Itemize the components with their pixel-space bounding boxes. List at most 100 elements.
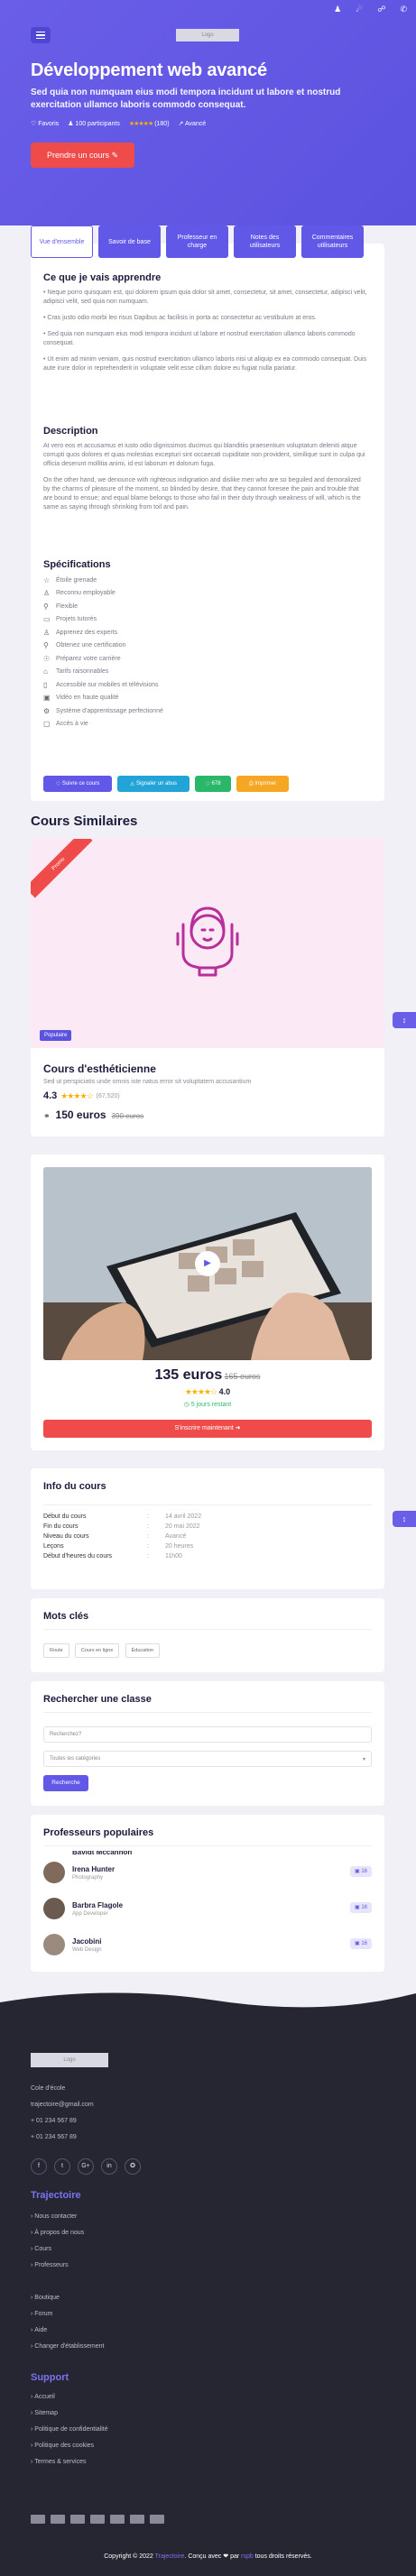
bank-icon [150, 2515, 164, 2524]
footer-link[interactable]: › Forum [31, 2305, 105, 2322]
keyword-tag[interactable]: Cours en ligne [74, 1643, 120, 1658]
visa-icon [31, 2515, 45, 2524]
keyword-tag[interactable]: Route [43, 1643, 69, 1658]
facebook-icon[interactable]: f [31, 2158, 47, 2175]
footer-phone[interactable]: + 01 234 567 89 [31, 2129, 94, 2145]
spec-item: ⚲ Flexible [43, 602, 79, 611]
spec-item: ☉ Préparez votre carrière [43, 654, 121, 663]
purchase-price: 135 euros 165 euros [154, 1367, 261, 1383]
footer-logo[interactable]: Logo [31, 2053, 108, 2067]
description-title: Description [43, 426, 98, 437]
course-info-card: Info du cours Début du cours:14 avril 20… [31, 1468, 384, 1589]
spec-item: ♙ Apprenez des experts [43, 628, 118, 637]
professor-item[interactable]: Jacobini Web Design ▣ 16 [43, 1927, 372, 1963]
course-tabs: Vue d'ensemble Savoir de base Professeur… [31, 225, 364, 258]
share-buttons: ♡ Suivre ce cours ⚠ Signaler un abus ♡ 6… [43, 776, 289, 792]
enroll-button[interactable]: S'inscrire maintenant ➜ [43, 1420, 372, 1438]
payment-methods [31, 2515, 164, 2524]
search-input[interactable]: Recherchez? [43, 1726, 372, 1743]
footer-phone[interactable]: + 01 234 567 89 [31, 2112, 94, 2129]
course-subtitle: Sed ut perspiciatis unde omnis iste natu… [43, 1079, 252, 1085]
learn-item: • Sed quia non numquam eius modi tempora… [43, 331, 356, 346]
purchase-rating: ★★★★☆ 4.0 [184, 1387, 231, 1396]
tab-teacher[interactable]: Professeur en charge [166, 225, 228, 258]
info-title: Info du cours [43, 1481, 106, 1492]
footer-link[interactable]: › Accueil [31, 2388, 108, 2405]
author-link[interactable]: rspb [241, 2553, 254, 2560]
tab-comments[interactable]: Commentaires utilisateurs [301, 225, 364, 258]
cart-icon[interactable]: ☍ [377, 5, 385, 14]
person-icon[interactable]: ♟ [334, 5, 341, 14]
professors-title: Professeurs populaires [43, 1827, 154, 1838]
copyright: Copyright © 2022 Trajectoire. Conçu avec… [104, 2553, 312, 2560]
similar-courses-title: Cours Similaires [31, 814, 138, 829]
professor-item[interactable]: Irena Hunter Photography ▣ 16 [43, 1854, 372, 1891]
promo-ribbon: Promo [31, 839, 93, 898]
play-button[interactable]: ▶ [195, 1251, 220, 1276]
side-scroll-tab[interactable]: ↕ [393, 1012, 416, 1028]
course-count-badge: ▣ 16 [350, 1866, 372, 1877]
footer-email[interactable]: trajectoire@gmail.com [31, 2096, 94, 2112]
footer-link[interactable]: › Changer d'établissement [31, 2338, 105, 2354]
search-button[interactable]: Recherche [43, 1775, 88, 1791]
beauty-face-icon [176, 906, 239, 977]
spec-item: ☆ Étoile grenade [43, 575, 97, 584]
level: ↗ Avancé [178, 121, 207, 127]
footer-link[interactable]: › À propos de nous [31, 2224, 105, 2240]
report-button[interactable]: ⚠ Signaler un abus [117, 776, 190, 792]
course-title[interactable]: Cours d'esthéticienne [43, 1063, 372, 1075]
twitter-icon[interactable]: t [54, 2158, 70, 2175]
career-icon: ☉ [43, 654, 51, 663]
similar-course-card[interactable]: Promo Populaire Cours d'esthéticienne Se… [31, 839, 384, 1136]
footer: Logo Cole d'école trajectoire@gmail.com … [0, 2010, 416, 2576]
logo[interactable]: Logo [176, 29, 239, 41]
spec-item: ♙ Reconnu employable [43, 589, 116, 598]
follow-button[interactable]: ♡ Suivre ce cours [43, 776, 112, 792]
course-preview-video[interactable]: ▶ [43, 1167, 372, 1360]
description-paragraph: At vero eos et accusamus et iusto odio d… [43, 443, 365, 467]
course-price: ⚭ 150 euros 390 euros [43, 1109, 144, 1121]
footer-link[interactable]: › Professeurs [31, 2257, 105, 2273]
learn-item: • Cras justo odio morbi leo risus Dapibu… [43, 315, 317, 321]
flexible-icon: ⚲ [43, 602, 49, 611]
hero-banner: ♟ ☄ ☍ ✆ Logo Développement web avancé Se… [0, 0, 416, 225]
lock-icon: ▢ [43, 720, 51, 729]
footer-link[interactable]: › Cours [31, 2240, 105, 2257]
search-title: Rechercher une classe [43, 1694, 152, 1705]
footer-link[interactable]: › Aide [31, 2322, 105, 2338]
learn-item: • Ut enim ad minim veniam, quis nostrud … [43, 356, 367, 372]
side-scroll-tab[interactable]: ↕ [393, 1511, 416, 1527]
dribbble-icon[interactable]: ✪ [125, 2158, 141, 2175]
tab-basics[interactable]: Savoir de base [98, 225, 161, 258]
tab-ratings[interactable]: Notes des utilisateurs [234, 225, 296, 258]
certificate-icon: ⚲ [43, 641, 49, 650]
expert-icon: ♙ [43, 628, 51, 637]
footer-link[interactable]: › Politique de confidentialité [31, 2421, 108, 2437]
favorites-link[interactable]: ♡ Favoris [31, 120, 59, 127]
course-image[interactable]: Promo Populaire [31, 839, 384, 1048]
footer-link[interactable]: › Nous contacter [31, 2208, 105, 2224]
print-button[interactable]: ⎙ Imprimer [236, 776, 289, 792]
category-select[interactable]: Toutes les catégories ▾ [43, 1751, 372, 1767]
course-count-badge: ▣ 16 [350, 1938, 372, 1949]
megaphone-icon[interactable]: ☄ [356, 5, 363, 14]
page-subtitle: Sed quia non numquam eius modi tempora i… [31, 87, 341, 110]
professor-item[interactable]: Barbra Flagole App Developer ▣ 16 [43, 1891, 372, 1927]
like-count-button[interactable]: ♡ 678 [195, 776, 231, 792]
professors-card: Professeurs populaires Bavidt Mccannon I… [31, 1815, 384, 1972]
footer-link[interactable]: › Boutique [31, 2289, 105, 2305]
google-plus-icon[interactable]: G+ [78, 2158, 94, 2175]
spec-item: ▣ Vidéo en haute qualité [43, 694, 119, 703]
linkedin-icon[interactable]: in [101, 2158, 117, 2175]
take-course-button[interactable]: Prendre un cours ✎ [31, 143, 134, 168]
menu-button[interactable] [31, 27, 51, 43]
info-row: Début du cours:14 avril 2022 [43, 1513, 202, 1520]
keyword-tag[interactable]: Éducation [125, 1643, 161, 1658]
footer-link[interactable]: › Politique des cookies [31, 2437, 108, 2453]
footer-link[interactable]: › Sitemap [31, 2405, 108, 2421]
footer-link[interactable]: › Termes & services [31, 2453, 108, 2470]
phone-icon[interactable]: ✆ [400, 5, 407, 14]
brand-link[interactable]: Trajectoire [155, 2553, 185, 2560]
spec-item: ⌂ Tarifs raisonnables [43, 667, 109, 676]
tab-overview[interactable]: Vue d'ensemble [31, 225, 93, 258]
